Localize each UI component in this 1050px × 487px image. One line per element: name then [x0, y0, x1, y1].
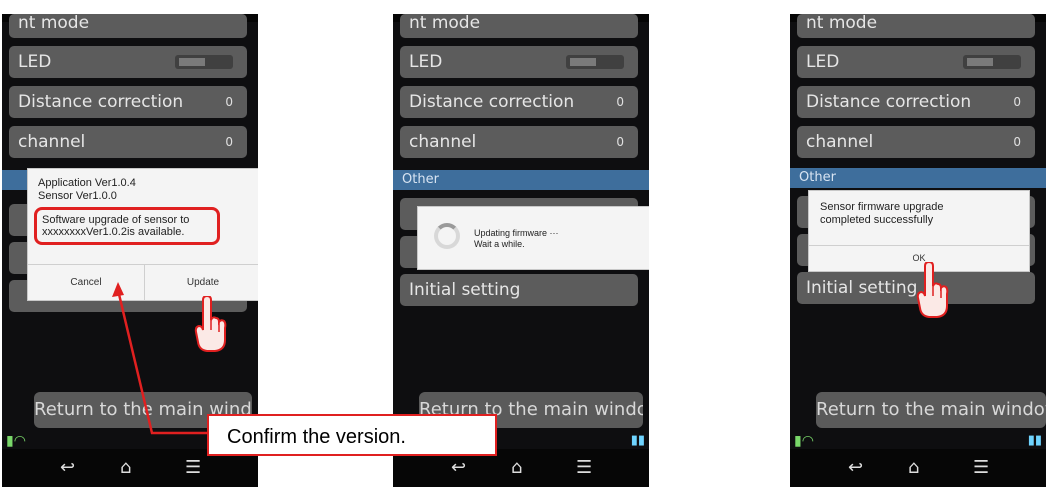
loading-spinner-icon	[434, 223, 460, 249]
upgrade-message-line2: xxxxxxxxVer1.0.2is available.	[42, 226, 185, 238]
channel-label: channel	[806, 132, 874, 152]
completion-line1: Sensor firmware upgrade	[820, 201, 944, 213]
channel-row[interactable]: channel 0	[9, 126, 247, 158]
update-button[interactable]: Update	[145, 277, 258, 288]
back-icon[interactable]: ↩	[848, 459, 863, 477]
menu-icon[interactable]: ☰	[576, 459, 592, 477]
led-row[interactable]: LED	[797, 46, 1035, 78]
home-icon[interactable]: ⌂	[908, 459, 919, 477]
channel-label: channel	[409, 132, 477, 152]
led-toggle[interactable]	[175, 55, 233, 69]
channel-row[interactable]: channel 0	[400, 126, 638, 158]
completion-dialog: Sensor firmware upgrade completed succes…	[808, 190, 1030, 272]
channel-value: 0	[616, 135, 624, 149]
led-label: LED	[409, 52, 443, 72]
dialog-divider	[28, 264, 258, 265]
back-icon[interactable]: ↩	[451, 459, 466, 477]
upgrade-message-line1: Software upgrade of sensor to	[42, 214, 190, 226]
return-button[interactable]: Return to the main window	[816, 392, 1046, 428]
battery-icon: ▮◠	[794, 433, 814, 449]
distance-value: 0	[616, 95, 624, 109]
completion-line2: completed successfully	[820, 214, 934, 226]
upgrade-message: Software upgrade of sensor to xxxxxxxxVe…	[34, 207, 220, 245]
distance-label: Distance correction	[806, 92, 972, 112]
dialog-divider	[809, 245, 1029, 246]
led-row[interactable]: LED	[400, 46, 638, 78]
mode-row[interactable]: nt mode	[9, 14, 247, 38]
sensor-version: Sensor Ver1.0.0	[38, 190, 117, 202]
home-icon[interactable]: ⌂	[511, 459, 522, 477]
initial-setting-row[interactable]: Initial setting	[400, 274, 638, 306]
distance-correction-row[interactable]: Distance correction 0	[9, 86, 247, 118]
led-label: LED	[18, 52, 52, 72]
menu-icon[interactable]: ☰	[973, 459, 989, 477]
cancel-button[interactable]: Cancel	[28, 277, 144, 288]
version-dialog: Application Ver1.0.4 Sensor Ver1.0.0 Sof…	[27, 168, 258, 301]
led-toggle[interactable]	[963, 55, 1021, 69]
updating-line2: Wait a while.	[474, 239, 525, 249]
home-icon[interactable]: ⌂	[120, 459, 131, 477]
distance-label: Distance correction	[409, 92, 575, 112]
app-version: Application Ver1.0.4	[38, 177, 136, 189]
led-row[interactable]: LED	[9, 46, 247, 78]
channel-value: 0	[1013, 135, 1021, 149]
pointing-hand-icon	[194, 296, 227, 352]
updating-dialog: Updating firmware ··· Wait a while.	[417, 206, 649, 270]
channel-label: channel	[18, 132, 86, 152]
signal-icon: ▮▮	[630, 433, 645, 448]
battery-icon: ▮◠	[6, 433, 26, 449]
phone-screen-3: nt mode LED Distance correction 0 channel…	[790, 14, 1046, 487]
other-section-header: Other	[790, 168, 1046, 188]
updating-line1: Updating firmware ···	[474, 228, 559, 238]
return-button-label: Return to the main window	[816, 399, 1046, 420]
distance-value: 0	[225, 95, 233, 109]
led-label: LED	[806, 52, 840, 72]
mode-row[interactable]: nt mode	[400, 14, 638, 38]
signal-icon: ▮▮	[1027, 433, 1042, 448]
channel-row[interactable]: channel 0	[797, 126, 1035, 158]
distance-value: 0	[1013, 95, 1021, 109]
back-icon[interactable]: ↩	[60, 459, 75, 477]
menu-icon[interactable]: ☰	[185, 459, 201, 477]
nav-bar: ↩ ⌂ ☰	[790, 449, 1046, 487]
channel-value: 0	[225, 135, 233, 149]
other-section-header: Other	[393, 170, 649, 190]
distance-correction-row[interactable]: Distance correction 0	[400, 86, 638, 118]
distance-correction-row[interactable]: Distance correction 0	[797, 86, 1035, 118]
distance-label: Distance correction	[18, 92, 184, 112]
mode-row[interactable]: nt mode	[797, 14, 1035, 38]
led-toggle[interactable]	[566, 55, 624, 69]
callout-box: Confirm the version.	[207, 414, 497, 456]
pointing-hand-icon	[916, 262, 949, 318]
